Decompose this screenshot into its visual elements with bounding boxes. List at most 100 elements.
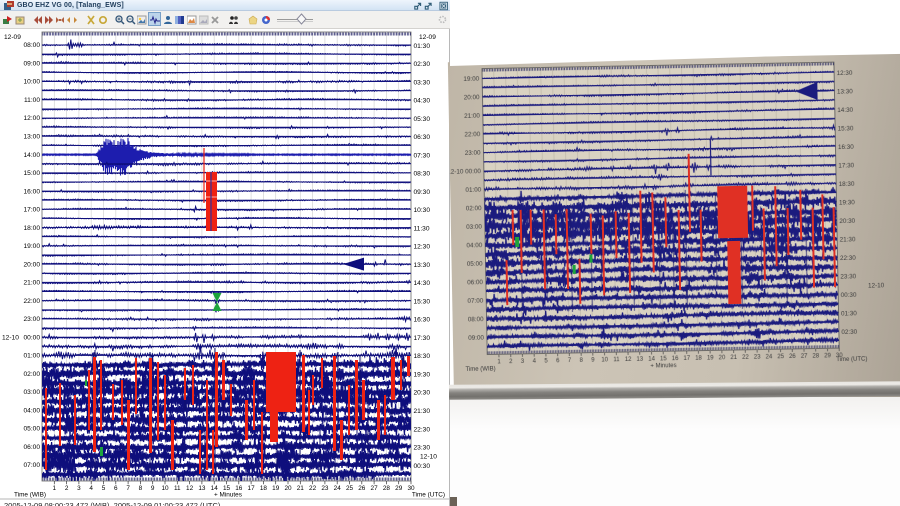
svg-text:06:30: 06:30 <box>414 134 431 141</box>
svg-text:02:30: 02:30 <box>414 61 431 68</box>
svg-text:11: 11 <box>174 485 181 492</box>
svg-text:18:00: 18:00 <box>23 225 40 232</box>
svg-text:4: 4 <box>89 485 93 492</box>
svg-text:22:30: 22:30 <box>840 255 856 262</box>
svg-text:00:30: 00:30 <box>841 292 857 299</box>
svg-text:08:00: 08:00 <box>23 42 40 49</box>
svg-text:20: 20 <box>719 355 726 361</box>
svg-text:12: 12 <box>186 485 194 492</box>
svg-text:16:30: 16:30 <box>838 144 854 151</box>
svg-text:16: 16 <box>672 356 679 362</box>
svg-text:21:00: 21:00 <box>23 280 40 287</box>
svg-text:22: 22 <box>742 355 749 361</box>
svg-text:Time (UTC): Time (UTC) <box>836 357 867 364</box>
svg-text:04:00: 04:00 <box>466 242 482 249</box>
svg-text:1: 1 <box>497 359 501 365</box>
svg-text:15: 15 <box>660 356 667 362</box>
svg-text:26: 26 <box>358 485 366 492</box>
svg-text:21:00: 21:00 <box>464 113 480 120</box>
svg-text:13:00: 13:00 <box>23 134 40 141</box>
svg-text:22:30: 22:30 <box>414 426 431 433</box>
svg-text:10: 10 <box>161 485 169 492</box>
svg-text:27: 27 <box>801 354 808 360</box>
svg-text:02:30: 02:30 <box>841 329 857 336</box>
svg-text:8: 8 <box>139 485 143 492</box>
svg-text:23:30: 23:30 <box>414 445 431 452</box>
svg-text:12-10: 12-10 <box>420 453 437 460</box>
svg-text:19:30: 19:30 <box>839 199 855 206</box>
svg-text:25: 25 <box>346 485 354 492</box>
svg-text:7: 7 <box>126 485 130 492</box>
svg-text:17: 17 <box>683 356 690 362</box>
svg-text:20: 20 <box>284 485 292 492</box>
svg-text:05:00: 05:00 <box>467 261 483 268</box>
svg-text:23:00: 23:00 <box>23 316 40 323</box>
svg-text:19:00: 19:00 <box>463 76 479 83</box>
svg-text:9: 9 <box>151 485 155 492</box>
svg-text:7: 7 <box>568 358 572 364</box>
svg-text:19: 19 <box>707 355 714 361</box>
svg-text:19:30: 19:30 <box>414 371 431 378</box>
svg-text:13: 13 <box>198 485 206 492</box>
svg-text:20:00: 20:00 <box>23 261 40 268</box>
svg-text:10:30: 10:30 <box>414 207 431 214</box>
svg-text:18:30: 18:30 <box>414 353 431 360</box>
svg-text:6: 6 <box>114 485 118 492</box>
svg-text:18:30: 18:30 <box>839 181 855 188</box>
svg-text:3: 3 <box>521 359 525 365</box>
svg-text:11: 11 <box>613 357 620 363</box>
svg-text:20:30: 20:30 <box>414 390 431 397</box>
svg-text:14: 14 <box>648 356 655 362</box>
svg-text:05:30: 05:30 <box>414 116 431 123</box>
svg-text:18: 18 <box>260 485 268 492</box>
svg-text:8: 8 <box>580 358 584 364</box>
svg-text:12:00: 12:00 <box>23 115 40 122</box>
svg-text:4: 4 <box>533 359 537 365</box>
svg-text:28: 28 <box>383 485 391 492</box>
svg-text:10: 10 <box>601 357 608 363</box>
svg-text:19:00: 19:00 <box>23 243 40 250</box>
svg-text:11:00: 11:00 <box>24 97 40 104</box>
svg-text:24: 24 <box>766 354 773 360</box>
svg-text:28: 28 <box>812 353 819 359</box>
svg-text:16:30: 16:30 <box>414 317 431 324</box>
svg-text:20:00: 20:00 <box>464 94 480 101</box>
svg-text:06:00: 06:00 <box>467 279 483 286</box>
svg-text:5: 5 <box>102 485 106 492</box>
svg-text:20:30: 20:30 <box>839 218 855 225</box>
svg-text:12-10: 12-10 <box>868 282 885 289</box>
svg-text:2: 2 <box>65 485 69 492</box>
svg-text:29: 29 <box>395 485 403 492</box>
svg-text:27: 27 <box>371 485 379 492</box>
svg-text:9: 9 <box>591 358 595 364</box>
svg-text:23:00: 23:00 <box>465 150 481 157</box>
svg-text:23: 23 <box>754 355 761 361</box>
svg-text:22: 22 <box>309 485 317 492</box>
svg-text:15:00: 15:00 <box>23 170 40 177</box>
svg-text:12-10: 12-10 <box>2 334 19 341</box>
svg-text:07:30: 07:30 <box>414 152 431 159</box>
svg-text:22:00: 22:00 <box>464 131 480 138</box>
svg-text:07:00: 07:00 <box>467 298 483 305</box>
svg-text:09:00: 09:00 <box>468 335 484 342</box>
svg-text:10:00: 10:00 <box>23 79 40 86</box>
svg-text:17:00: 17:00 <box>23 207 40 214</box>
svg-text:12-10 00:00: 12-10 00:00 <box>448 168 482 176</box>
svg-text:21:30: 21:30 <box>414 408 431 415</box>
svg-text:Time (WIB): Time (WIB) <box>465 366 495 373</box>
svg-text:6: 6 <box>556 358 560 364</box>
svg-text:21:30: 21:30 <box>840 236 856 243</box>
svg-text:15:30: 15:30 <box>414 298 431 305</box>
svg-text:06:00: 06:00 <box>23 444 40 451</box>
svg-text:11:30: 11:30 <box>414 225 430 232</box>
svg-text:29: 29 <box>824 353 831 359</box>
svg-text:+ Minutes: + Minutes <box>650 363 676 369</box>
svg-text:05:00: 05:00 <box>23 426 40 433</box>
svg-text:+ Minutes: + Minutes <box>214 492 242 499</box>
svg-text:00:30: 00:30 <box>414 463 431 470</box>
svg-text:3: 3 <box>77 485 81 492</box>
svg-text:Time (UTC): Time (UTC) <box>412 492 445 499</box>
svg-text:23:30: 23:30 <box>840 273 856 280</box>
svg-text:09:30: 09:30 <box>414 189 431 196</box>
svg-text:18: 18 <box>695 356 702 362</box>
